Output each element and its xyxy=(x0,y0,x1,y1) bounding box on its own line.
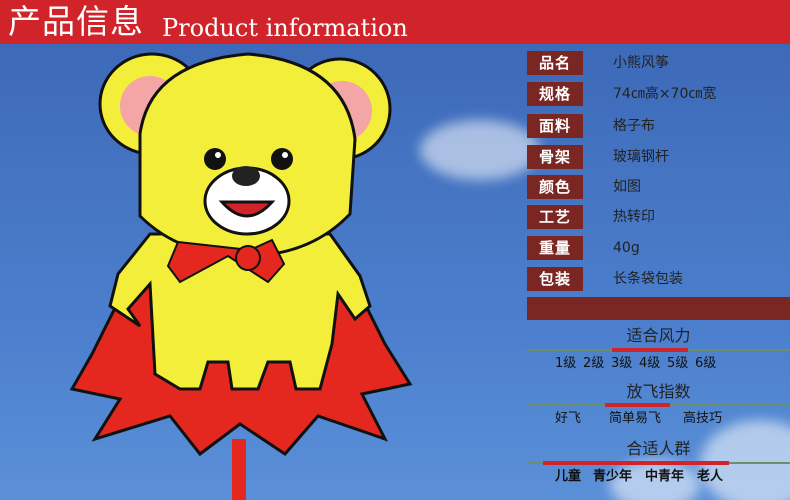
product-info-page: 产品信息 Product information 品名 小熊风筝 规格 74㎝高… xyxy=(0,0,790,500)
difficulty-title: 放飞指数 xyxy=(626,382,691,401)
audience-groups: 儿童 青少年 中青年 老人 xyxy=(527,468,790,486)
spec-value: 格子布 xyxy=(613,118,655,134)
wind-level: 6级 xyxy=(695,356,717,371)
audience-group: 老人 xyxy=(697,469,724,484)
audience-group: 青少年 xyxy=(593,469,633,484)
kite-tail xyxy=(232,439,246,500)
spec-label: 重量 xyxy=(527,236,583,260)
header-title-cn: 产品信息 xyxy=(8,2,144,41)
difficulty-range-bar xyxy=(605,403,670,407)
cloud xyxy=(700,420,790,500)
wind-level: 3级 xyxy=(611,356,633,371)
audience-group: 儿童 xyxy=(555,469,582,484)
spec-value: 74㎝高×70㎝宽 xyxy=(613,86,717,102)
spec-value: 40g xyxy=(613,240,640,256)
audience-group: 中青年 xyxy=(645,469,685,484)
difficulty-level: 简单易飞 xyxy=(609,411,662,426)
audience-title: 合适人群 xyxy=(626,439,691,458)
wind-level: 2级 xyxy=(583,356,605,371)
wind-level: 5级 xyxy=(667,356,689,371)
bear-eye-right xyxy=(271,148,293,170)
difficulty-level: 高技巧 xyxy=(683,411,723,426)
spec-value: 热转印 xyxy=(613,209,655,225)
spec-label: 骨架 xyxy=(527,145,583,169)
spec-label: 包装 xyxy=(527,267,583,291)
bear-eye-left xyxy=(204,148,226,170)
wind-levels: 1级 2级 3级 4级 5级 6级 xyxy=(527,355,790,373)
difficulty-level: 好飞 xyxy=(555,411,582,426)
section-divider xyxy=(527,297,790,320)
header-title-en: Product information xyxy=(162,14,408,42)
header-bar: 产品信息 Product information xyxy=(0,0,790,44)
bear-nose xyxy=(232,166,260,186)
spec-value: 小熊风筝 xyxy=(613,55,669,71)
wind-level: 4级 xyxy=(639,356,661,371)
spec-value: 玻璃钢杆 xyxy=(613,149,669,165)
spec-label: 规格 xyxy=(527,82,583,106)
spec-label: 工艺 xyxy=(527,205,583,229)
spec-value: 长条袋包装 xyxy=(613,271,683,287)
audience-range-bar xyxy=(543,461,729,465)
spec-value: 如图 xyxy=(613,179,641,195)
spec-label: 颜色 xyxy=(527,175,583,199)
difficulty-levels: 好飞 简单易飞 高技巧 xyxy=(527,410,790,428)
spec-label: 品名 xyxy=(527,51,583,75)
wind-range-bar xyxy=(612,348,688,352)
wind-title: 适合风力 xyxy=(626,326,691,345)
bear-kite-image xyxy=(69,52,413,500)
spec-label: 面料 xyxy=(527,114,583,138)
wind-level: 1级 xyxy=(555,356,577,371)
